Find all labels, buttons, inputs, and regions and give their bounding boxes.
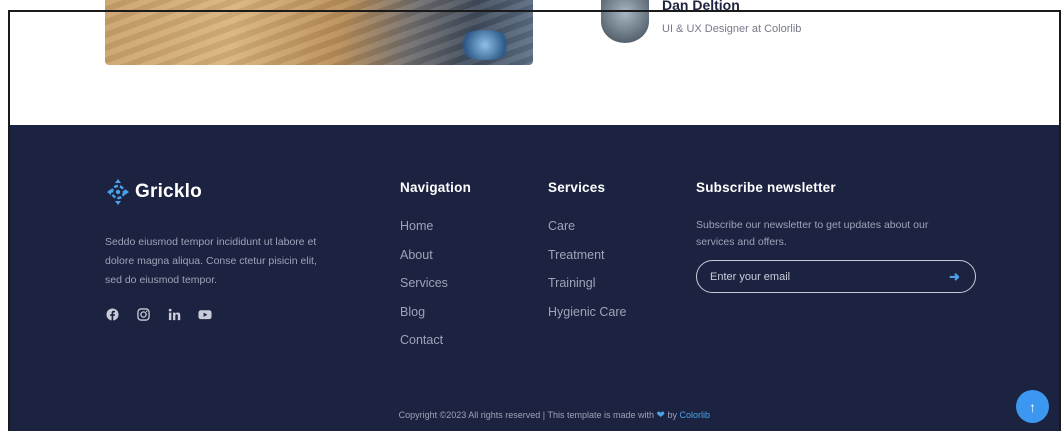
navigation-list: Home About Services Blog Contact	[400, 218, 448, 361]
services-list: Care Treatment Trainingl Hygienic Care	[548, 218, 627, 332]
window-border-left	[8, 10, 10, 431]
service-link-care[interactable]: Care	[548, 218, 627, 247]
footer-about-text: Seddo eiusmod tempor incididunt ut labor…	[105, 236, 317, 286]
page-frame: Dan Deltion UI & UX Designer at Colorlib…	[0, 0, 1064, 431]
author-role: UI & UX Designer at Colorlib	[662, 23, 802, 35]
linkedin-icon[interactable]	[167, 307, 181, 321]
arrow-right-icon[interactable]: ➜	[949, 270, 963, 284]
nav-link-about[interactable]: About	[400, 247, 448, 276]
copyright-by: by	[667, 410, 677, 420]
youtube-icon[interactable]	[198, 307, 212, 321]
social-links	[105, 307, 212, 321]
service-link-training[interactable]: Trainingl	[548, 275, 627, 304]
nav-link-home[interactable]: Home	[400, 218, 448, 247]
email-input[interactable]	[710, 269, 930, 285]
nav-link-blog[interactable]: Blog	[400, 304, 448, 333]
back-to-top-button[interactable]: ↑	[1016, 390, 1049, 423]
logo-icon	[107, 179, 129, 205]
service-link-treatment[interactable]: Treatment	[548, 247, 627, 276]
author-avatar	[601, 0, 649, 43]
nav-link-services[interactable]: Services	[400, 275, 448, 304]
service-link-hygienic-care[interactable]: Hygienic Care	[548, 304, 627, 333]
newsletter-description: Subscribe our newsletter to get updates …	[696, 219, 929, 248]
nav-link-contact[interactable]: Contact	[400, 332, 448, 361]
services-heading: Services	[548, 180, 606, 195]
navigation-heading: Navigation	[400, 180, 472, 195]
facebook-icon[interactable]	[105, 307, 119, 321]
footer-logo[interactable]: Gricklo	[107, 179, 202, 205]
copyright-text: Copyright ©2023 All rights reserved | Th…	[10, 410, 710, 421]
image-detail	[455, 30, 515, 60]
logo-text: Gricklo	[135, 181, 202, 202]
heart-icon: ❤	[656, 410, 665, 421]
colorlib-link[interactable]: Colorlib	[679, 410, 710, 420]
window-border-top	[8, 10, 1061, 12]
arrow-up-icon: ↑	[1029, 398, 1036, 415]
window-border-right	[1059, 10, 1061, 431]
instagram-icon[interactable]	[136, 307, 150, 321]
copyright-prefix: Copyright ©2023 All rights reserved | Th…	[398, 410, 655, 420]
author-name[interactable]: Dan Deltion	[662, 0, 740, 10]
newsletter-form: ➜	[696, 260, 976, 293]
newsletter-heading: Subscribe newsletter	[696, 180, 836, 195]
site-footer: Gricklo Seddo eiusmod tempor incididunt …	[10, 125, 1061, 431]
